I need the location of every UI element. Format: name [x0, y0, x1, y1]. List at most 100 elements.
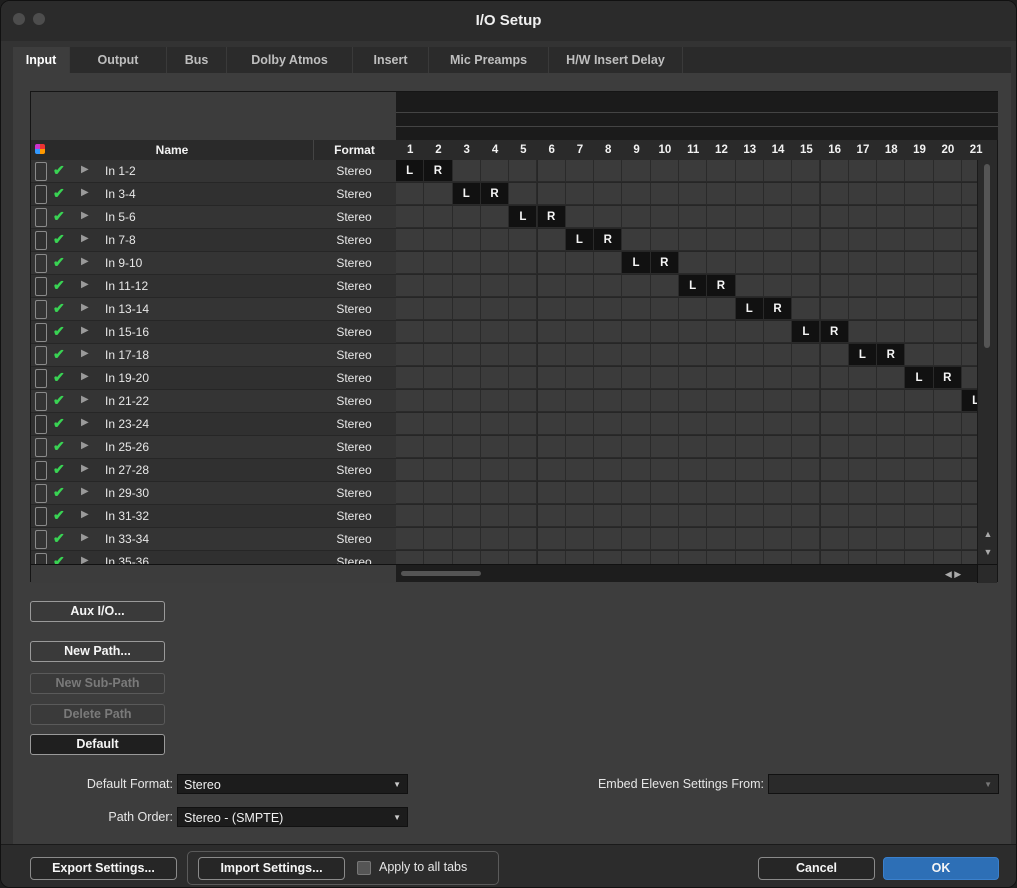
table-row[interactable]: ✔ ▶ In 19-20 Stereo L R: [31, 367, 997, 390]
matrix-cell[interactable]: [735, 344, 764, 366]
row-color-swatch[interactable]: [35, 277, 47, 296]
matrix-cell[interactable]: [396, 505, 425, 527]
disclosure-triangle-icon[interactable]: ▶: [81, 463, 89, 474]
matrix-cell[interactable]: [509, 183, 538, 205]
matrix-cell[interactable]: [763, 344, 793, 366]
path-name[interactable]: In 15-16: [105, 325, 149, 339]
matrix-cell[interactable]: [905, 413, 934, 435]
matrix-cell[interactable]: [820, 344, 849, 366]
matrix-cell[interactable]: [650, 390, 679, 412]
matrix-cell[interactable]: [905, 183, 934, 205]
matrix-cell[interactable]: [707, 229, 736, 251]
matrix-cell[interactable]: [848, 390, 878, 412]
matrix-cell[interactable]: [877, 229, 906, 251]
delete-path-button[interactable]: Delete Path: [30, 704, 165, 725]
matrix-cell[interactable]: [877, 252, 906, 274]
disclosure-triangle-icon[interactable]: ▶: [81, 325, 89, 336]
disclosure-triangle-icon[interactable]: ▶: [81, 164, 89, 175]
matrix-cell[interactable]: [905, 206, 934, 228]
matrix-cell[interactable]: [509, 505, 538, 527]
matrix-cell[interactable]: [735, 275, 764, 297]
matrix-cell[interactable]: [792, 275, 821, 297]
matrix-cell[interactable]: [452, 413, 481, 435]
matrix-cell[interactable]: [622, 229, 651, 251]
matrix-cell[interactable]: [396, 298, 425, 320]
matrix-cell[interactable]: [933, 229, 962, 251]
table-row[interactable]: ✔ ▶ In 23-24 Stereo: [31, 413, 997, 436]
path-name[interactable]: In 29-30: [105, 486, 149, 500]
row-color-swatch[interactable]: [35, 438, 47, 457]
matrix-cell[interactable]: [509, 436, 538, 458]
matrix-cell[interactable]: [905, 344, 934, 366]
matrix-cell[interactable]: [565, 344, 595, 366]
matrix-cell[interactable]: [933, 183, 962, 205]
matrix-cell[interactable]: [877, 321, 906, 343]
matrix-cell[interactable]: [877, 482, 906, 504]
matrix-cell[interactable]: [509, 298, 538, 320]
matrix-cell[interactable]: [622, 505, 651, 527]
path-name[interactable]: In 31-32: [105, 509, 149, 523]
matrix-cell[interactable]: [679, 436, 708, 458]
vertical-scroll-thumb[interactable]: [984, 164, 990, 348]
matrix-cell[interactable]: [820, 459, 849, 481]
default-format-select[interactable]: Stereo ▼: [177, 774, 408, 794]
matrix-cell[interactable]: [509, 367, 538, 389]
path-name[interactable]: In 35-36: [105, 555, 149, 564]
matrix-cell[interactable]: [905, 252, 934, 274]
matrix-cell[interactable]: [452, 528, 481, 550]
checkmark-icon[interactable]: ✔: [53, 415, 65, 432]
matrix-cell[interactable]: [537, 229, 566, 251]
matrix-cell[interactable]: [877, 528, 906, 550]
matrix-cell[interactable]: [820, 275, 849, 297]
matrix-cell[interactable]: [537, 252, 566, 274]
row-color-swatch[interactable]: [35, 553, 47, 564]
matrix-cell[interactable]: [707, 321, 736, 343]
matrix-cell[interactable]: [396, 482, 425, 504]
embed-settings-select[interactable]: ▼: [768, 774, 999, 794]
matrix-cell[interactable]: [848, 528, 878, 550]
matrix-cell[interactable]: [480, 436, 510, 458]
matrix-cell[interactable]: [396, 459, 425, 481]
matrix-cell[interactable]: [594, 482, 623, 504]
matrix-cell[interactable]: [622, 436, 651, 458]
row-color-swatch[interactable]: [35, 369, 47, 388]
matrix-cell[interactable]: [537, 413, 566, 435]
matrix-cell[interactable]: [650, 321, 679, 343]
matrix-cell[interactable]: [763, 551, 793, 564]
matrix-cell[interactable]: [565, 160, 595, 182]
matrix-cell[interactable]: [877, 459, 906, 481]
matrix-cell[interactable]: [537, 298, 566, 320]
matrix-cell[interactable]: [537, 275, 566, 297]
default-button[interactable]: Default: [30, 734, 165, 755]
matrix-cell[interactable]: [622, 160, 651, 182]
matrix-cell[interactable]: [509, 229, 538, 251]
matrix-cell[interactable]: [480, 482, 510, 504]
table-row[interactable]: ✔ ▶ In 5-6 Stereo L R: [31, 206, 997, 229]
table-row[interactable]: ✔ ▶ In 17-18 Stereo L R: [31, 344, 997, 367]
matrix-cell[interactable]: [424, 390, 453, 412]
matrix-cell[interactable]: [480, 528, 510, 550]
matrix-cell[interactable]: [763, 367, 793, 389]
matrix-cell[interactable]: [509, 344, 538, 366]
row-color-swatch[interactable]: [35, 231, 47, 250]
disclosure-triangle-icon[interactable]: ▶: [81, 371, 89, 382]
matrix-cell[interactable]: [396, 229, 425, 251]
matrix-cell[interactable]: [565, 413, 595, 435]
matrix-cell[interactable]: [622, 413, 651, 435]
matrix-cell[interactable]: [679, 321, 708, 343]
matrix-cell[interactable]: R: [424, 160, 453, 182]
matrix-cell[interactable]: [933, 528, 962, 550]
matrix-cell[interactable]: [480, 298, 510, 320]
tab-insert[interactable]: Insert: [353, 47, 429, 73]
disclosure-triangle-icon[interactable]: ▶: [81, 302, 89, 313]
tab-bus[interactable]: Bus: [167, 47, 227, 73]
path-name[interactable]: In 1-2: [105, 164, 136, 178]
matrix-cell[interactable]: [763, 206, 793, 228]
matrix-cell[interactable]: [622, 206, 651, 228]
matrix-cell[interactable]: [933, 206, 962, 228]
table-row[interactable]: ✔ ▶ In 35-36 Stereo: [31, 551, 997, 564]
matrix-cell[interactable]: [877, 367, 906, 389]
table-row[interactable]: ✔ ▶ In 1-2 Stereo L R: [31, 160, 997, 183]
matrix-cell[interactable]: [763, 459, 793, 481]
matrix-cell[interactable]: [480, 252, 510, 274]
